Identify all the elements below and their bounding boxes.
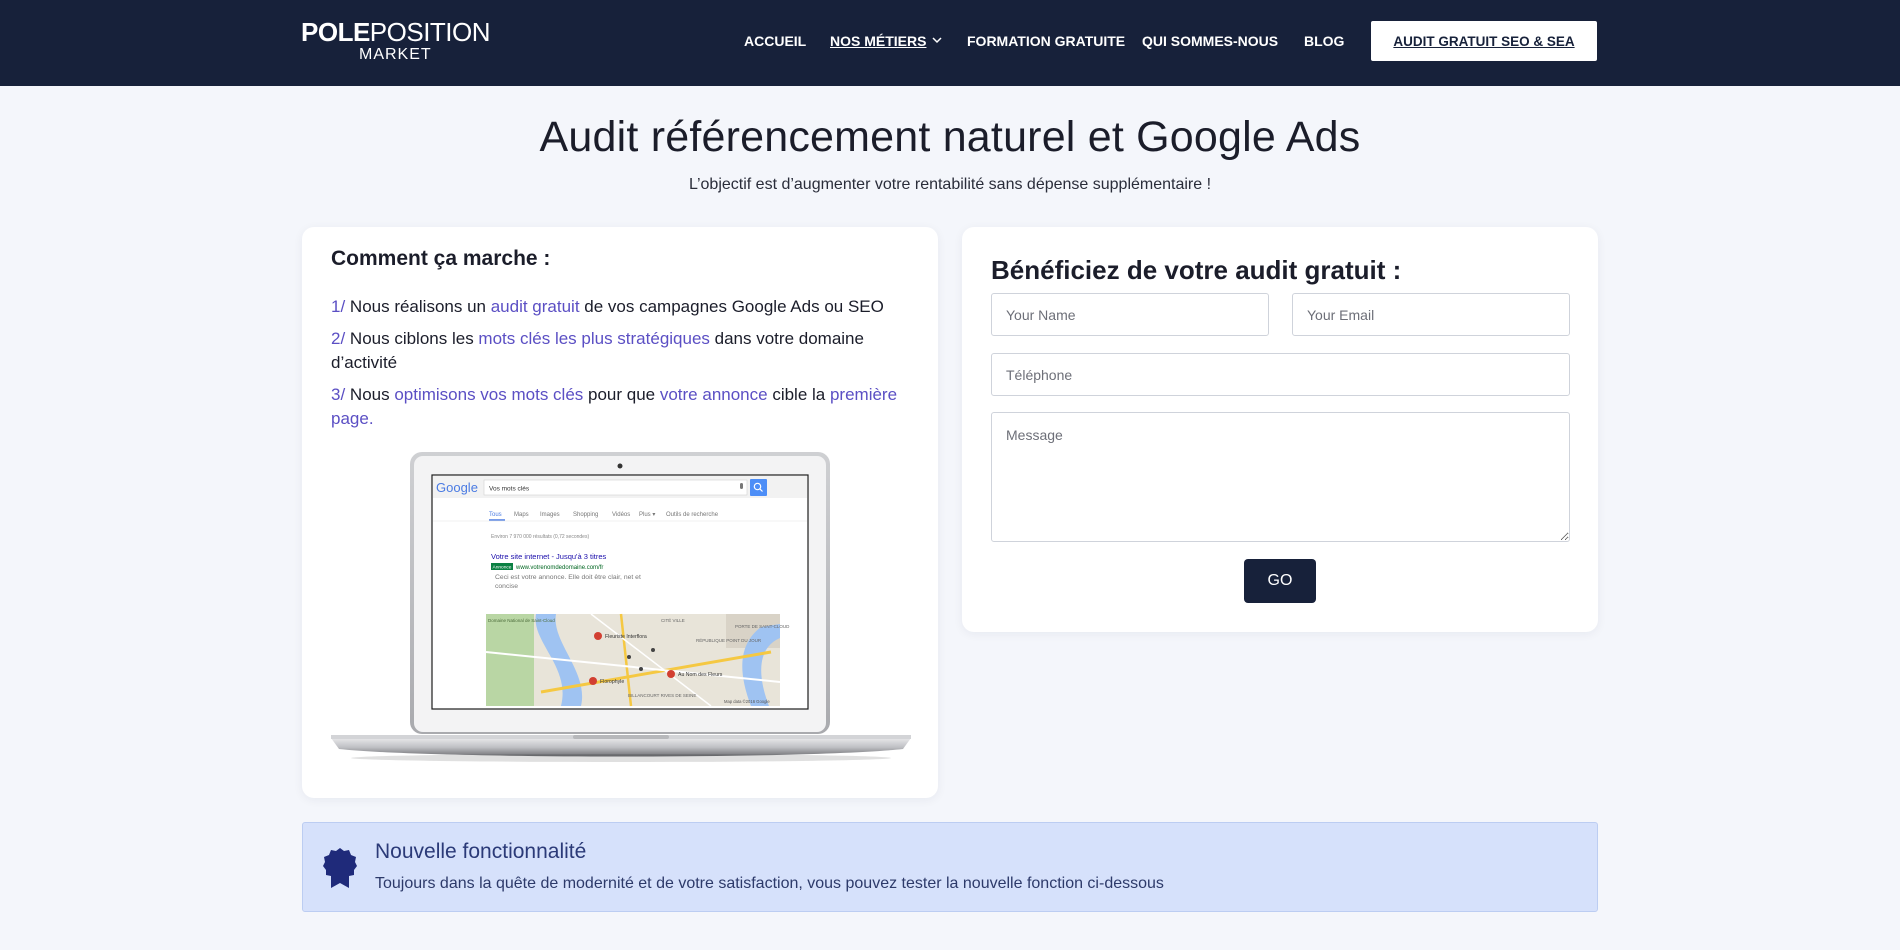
laptop-camera [617,463,623,469]
map-panel: Fleuriste Interflora Au Nom des Fleurs F… [485,613,790,707]
nav-qui-sommes-nous[interactable]: QUI SOMMES-NOUS [1142,33,1278,53]
laptop-base [331,738,911,757]
google-tab: Images [540,512,560,518]
steps-list: 1/ Nous réalisons un audit gratuit de vo… [331,295,911,439]
page-title: Audit référencement naturel et Google Ad… [539,113,1361,161]
map-label: Fleuriste Interflora [605,634,647,640]
map-label: BILLANCOURT RIVES DE SEINE [628,693,696,698]
top-navbar: POLEPOSITION MARKET ACCUEIL NOS MÉTIERS … [0,0,1900,86]
step-1: 1/ Nous réalisons un audit gratuit de vo… [331,297,884,316]
nav-accueil[interactable]: ACCUEIL [744,33,806,53]
page-subtitle: L’objectif est d’augmenter votre rentabi… [688,176,1212,193]
map-credit: Map data ©2016 Google [724,699,770,704]
google-tab: Outils de recherche [666,512,719,518]
google-logo: Google [436,480,478,495]
submit-button[interactable]: GO [1244,559,1316,603]
how-it-works-title: Comment ça marche : [331,247,551,270]
nav-blog[interactable]: BLOG [1304,33,1344,53]
laptop-google-illustration: Google Vos mots clés Tous Maps Images Sh… [331,452,911,762]
svg-text:Annonce: Annonce [493,565,512,571]
award-icon [323,848,357,888]
audit-gratuit-button[interactable]: AUDIT GRATUIT SEO & SEA [1371,21,1597,61]
nav-nos-metiers[interactable]: NOS MÉTIERS [830,33,942,53]
phone-field[interactable] [991,353,1570,396]
svg-text:concise: concise [495,583,518,590]
notice-title: Nouvelle fonctionnalité [375,840,587,863]
mic-icon [740,483,743,489]
ad-url: www.votrenomdedomaine.com/fr [515,565,603,571]
how-it-works-card: Comment ça marche : 1/ Nous réalisons un… [302,227,938,798]
google-tab: Maps [514,512,529,518]
map-label: CITÉ VILLE [661,617,685,623]
google-tab: Vidéos [612,512,630,518]
site-logo[interactable]: POLEPOSITION MARKET [301,18,501,66]
chevron-down-icon [932,37,942,44]
notice-text: Toujours dans la quête de modernité et d… [375,875,1164,892]
nav-formation-gratuite[interactable]: FORMATION GRATUITE [967,33,1125,53]
step-2: 2/ Nous ciblons les mots clés les plus s… [331,329,864,372]
map-label: Domaine National de Saint-Cloud [488,618,555,623]
email-field[interactable] [1292,293,1570,336]
step-3: 3/ Nous optimisons vos mots clés pour qu… [331,385,898,428]
form-title: Bénéficiez de votre audit gratuit : [991,255,1402,285]
map-label: RÉPUBLIQUE POINT DU JOUR [696,637,762,643]
map-label: Florophyle [600,679,624,685]
google-search-button [750,479,767,496]
map-label: Au Nom des Fleurs [678,672,723,678]
name-field[interactable] [991,293,1269,336]
google-tab: Plus ▾ [639,512,655,518]
google-tab: Tous [489,512,502,518]
google-tab: Shopping [573,512,598,518]
results-count: Environ 7 970 000 résultats (0,72 second… [491,534,589,540]
google-search-value: Vos mots clés [489,486,530,493]
audit-form-card: Bénéficiez de votre audit gratuit : GO [962,227,1598,632]
ad-description: Ceci est votre annonce. Elle doit être c… [495,574,641,581]
new-feature-notice: Nouvelle fonctionnalité Toujours dans la… [302,822,1598,912]
map-label: PORTE DE SAINT-CLOUD [735,624,790,629]
message-field[interactable] [991,412,1570,542]
ad-title: Votre site internet - Jusqu'à 3 titres [491,552,606,561]
